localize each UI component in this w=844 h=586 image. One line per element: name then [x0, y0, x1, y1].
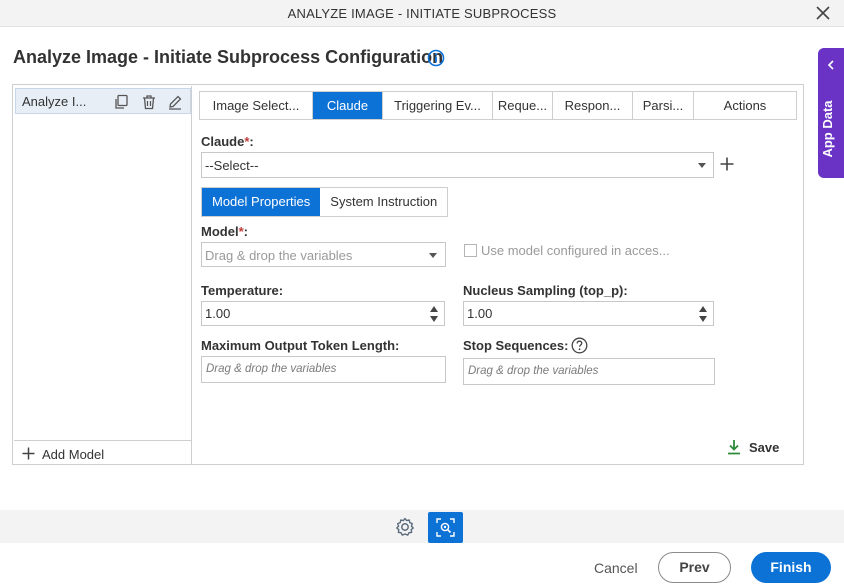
nucleus-sampling-input[interactable]: 1.00 — [463, 301, 714, 326]
decrement-icon[interactable] — [699, 315, 707, 323]
chevron-left-icon — [827, 60, 834, 70]
cancel-button[interactable]: Cancel — [594, 560, 638, 576]
nucleus-sampling-label: Nucleus Sampling (top_p): — [463, 283, 628, 298]
delete-icon[interactable] — [141, 94, 157, 110]
decrement-icon[interactable] — [430, 315, 438, 323]
claude-select-value: --Select-- — [205, 158, 259, 173]
model-config-area: Image Select... Claude Triggering Ev... … — [194, 86, 803, 465]
configuration-panel: Analyze I... Add Model Image Select... C… — [12, 84, 804, 465]
scan-image-icon — [436, 518, 455, 537]
use-model-access-label: Use model configured in acces... — [481, 243, 670, 258]
image-analysis-button[interactable] — [428, 512, 463, 543]
increment-icon[interactable] — [699, 305, 707, 313]
prev-button[interactable]: Prev — [658, 552, 731, 583]
model-select-placeholder: Drag & drop the variables — [205, 248, 353, 263]
dialog-title-bar: ANALYZE IMAGE - INITIATE SUBPROCESS — [0, 0, 844, 27]
tab-system-instruction[interactable]: System Instruction — [320, 188, 448, 216]
add-connection-icon[interactable] — [720, 157, 734, 171]
increment-icon[interactable] — [430, 305, 438, 313]
use-model-access-checkbox[interactable] — [464, 244, 477, 257]
page-title: Analyze Image - Initiate Subprocess Conf… — [13, 47, 444, 67]
tab-response[interactable]: Respon... — [553, 92, 633, 119]
edit-icon[interactable] — [167, 94, 183, 110]
tab-claude[interactable]: Claude — [313, 92, 383, 119]
nucleus-sampling-value: 1.00 — [467, 306, 493, 321]
temperature-value: 1.00 — [205, 306, 231, 321]
stop-sequences-label: Stop Sequences: — [463, 338, 569, 353]
tab-actions[interactable]: Actions — [694, 92, 796, 119]
temperature-label: Temperature: — [201, 283, 284, 298]
help-icon[interactable] — [571, 337, 588, 354]
copy-icon[interactable] — [113, 94, 129, 110]
finish-button[interactable]: Finish — [751, 552, 831, 583]
app-data-label: App Data — [820, 100, 835, 158]
claude-label: Claude*: — [201, 134, 254, 149]
stop-sequences-field[interactable]: Drag & drop the variables — [463, 358, 715, 385]
add-model-button[interactable]: Add Model — [14, 440, 192, 465]
max-output-token-label: Maximum Output Token Length: — [201, 338, 400, 353]
tab-request[interactable]: Reque... — [493, 92, 553, 119]
model-list-item[interactable]: Analyze I... — [15, 88, 191, 114]
model-select[interactable]: Drag & drop the variables — [201, 242, 446, 267]
temperature-input[interactable]: 1.00 — [201, 301, 445, 326]
add-model-label: Add Model — [42, 447, 105, 462]
save-label: Save — [749, 440, 780, 455]
config-tabs: Image Select... Claude Triggering Ev... … — [199, 91, 797, 120]
download-icon — [728, 440, 740, 455]
model-list-panel: Analyze I... Add Model — [14, 86, 192, 465]
tab-triggering-events[interactable]: Triggering Ev... — [383, 92, 493, 119]
info-icon[interactable] — [427, 49, 445, 67]
footer-toolbar — [0, 510, 844, 543]
tab-parsing[interactable]: Parsi... — [633, 92, 694, 119]
app-data-tab[interactable]: App Data — [818, 48, 844, 178]
stop-sequences-placeholder: Drag & drop the variables — [468, 365, 599, 377]
model-label: Model*: — [201, 224, 248, 239]
plus-icon — [22, 447, 35, 460]
max-output-token-placeholder: Drag & drop the variables — [206, 363, 337, 375]
gear-icon[interactable] — [394, 516, 416, 538]
claude-select[interactable]: --Select-- — [201, 152, 714, 178]
tab-model-properties[interactable]: Model Properties — [202, 188, 321, 216]
tab-image-selection[interactable]: Image Select... — [200, 92, 313, 119]
model-item-name: Analyze I... — [22, 94, 87, 109]
chevron-down-icon — [698, 163, 706, 168]
model-subtabs: Model Properties System Instruction — [201, 187, 449, 217]
chevron-down-icon — [429, 253, 437, 258]
close-icon[interactable] — [814, 4, 832, 22]
dialog-title: ANALYZE IMAGE - INITIATE SUBPROCESS — [287, 6, 557, 21]
max-output-token-field[interactable]: Drag & drop the variables — [201, 356, 446, 383]
